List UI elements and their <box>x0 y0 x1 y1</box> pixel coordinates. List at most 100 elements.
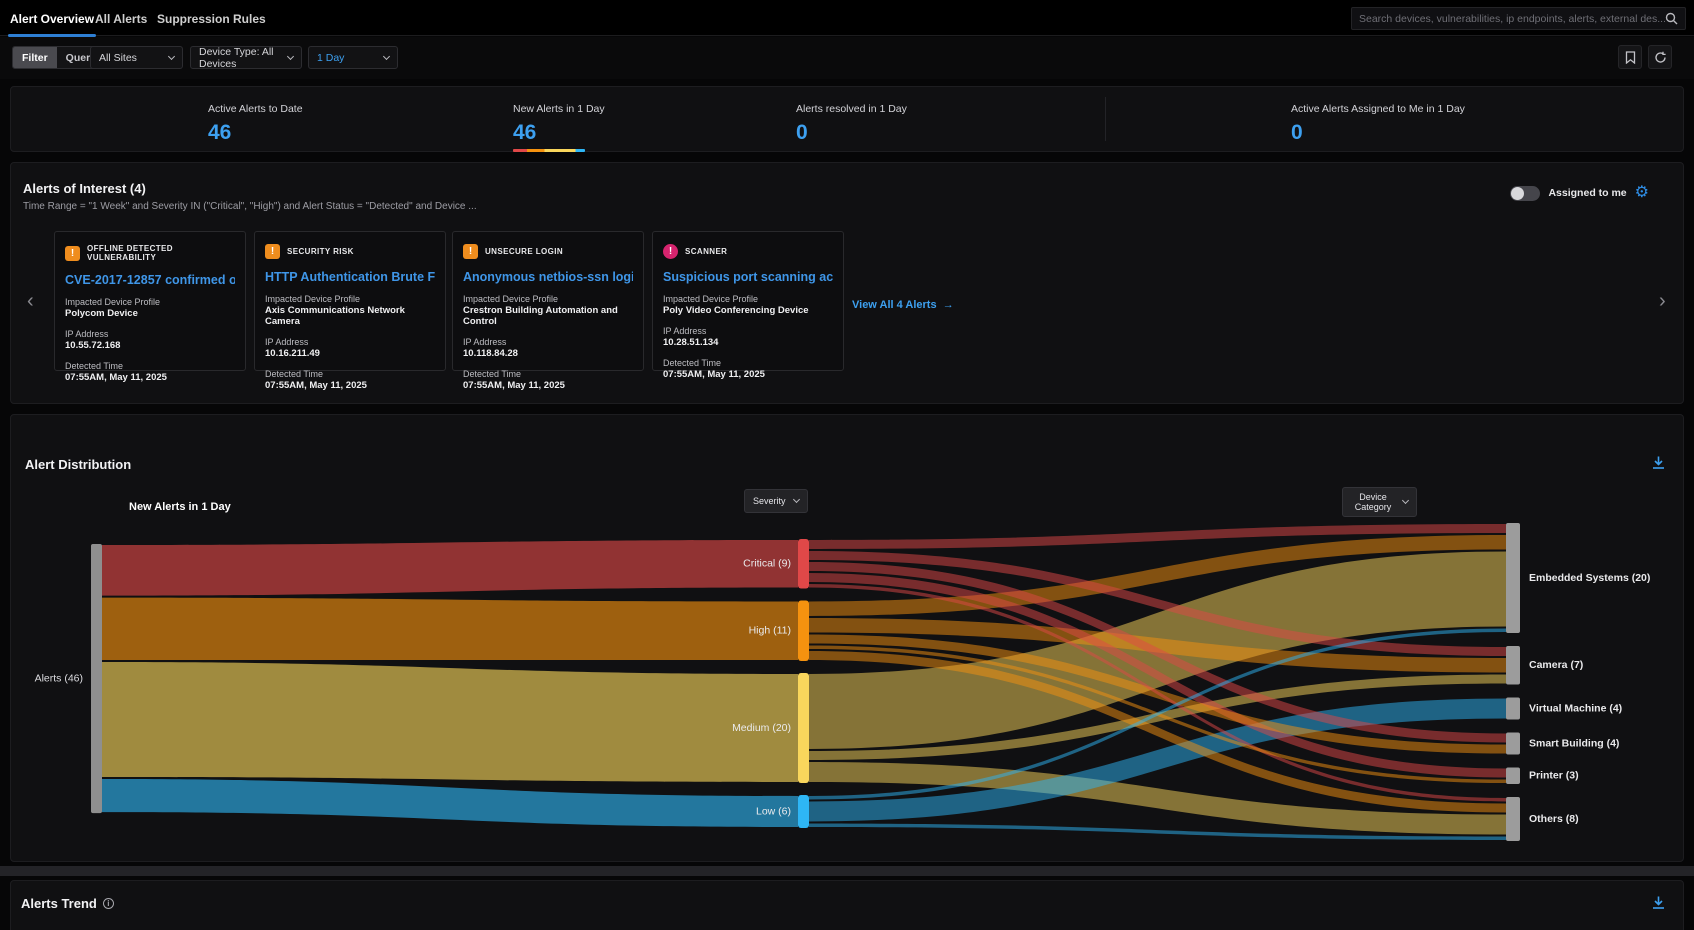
ip-address-value: 10.55.72.168 <box>65 340 235 351</box>
device-type-dropdown[interactable]: Device Type: All Devices <box>190 46 302 69</box>
alert-category: UNSECURE LOGIN <box>485 247 563 256</box>
reset-button[interactable] <box>1648 45 1672 69</box>
global-search[interactable] <box>1351 7 1686 30</box>
field-label: Detected Time <box>663 358 833 368</box>
ip-address-value: 10.28.51.134 <box>663 337 833 348</box>
alert-card[interactable]: ! SECURITY RISK HTTP Authentication Brut… <box>254 231 446 371</box>
bookmark-icon <box>1625 51 1636 64</box>
bookmark-button[interactable] <box>1618 45 1642 69</box>
sites-dropdown[interactable]: All Sites <box>90 46 183 69</box>
field-label: Detected Time <box>265 369 435 379</box>
tab-suppression-rules[interactable]: Suppression Rules <box>157 12 266 26</box>
info-icon[interactable]: i <box>103 898 114 909</box>
time-range-dropdown[interactable]: 1 Day <box>308 46 398 69</box>
svg-text:Medium (20): Medium (20) <box>732 722 791 734</box>
field-label: IP Address <box>463 337 633 347</box>
assigned-to-me-label: Assigned to me <box>1548 187 1626 199</box>
filter-mode-button[interactable]: Filter <box>13 47 57 68</box>
stat-assigned-alerts: Active Alerts Assigned to Me in 1 Day 0 <box>1291 103 1465 145</box>
alert-card[interactable]: ! OFFLINE DETECTED VULNERABILITY CVE-201… <box>54 231 246 371</box>
detected-time-value: 07:55AM, May 11, 2025 <box>65 372 235 383</box>
device-profile-value: Polycom Device <box>65 308 235 319</box>
refresh-icon <box>1654 51 1667 64</box>
assigned-to-me-control: Assigned to me ⚙ <box>1510 185 1649 201</box>
section-gap-strip <box>0 866 1694 876</box>
alert-category: SCANNER <box>685 247 727 256</box>
carousel-left-chevron[interactable]: ‹ <box>27 291 34 311</box>
svg-text:Camera (7): Camera (7) <box>1529 659 1583 671</box>
download-button[interactable] <box>1651 895 1666 915</box>
warning-icon: ! <box>463 244 478 259</box>
field-label: Impacted Device Profile <box>463 294 633 304</box>
alert-title-link[interactable]: HTTP Authentication Brute For... <box>265 270 435 284</box>
search-icon <box>1665 12 1678 25</box>
top-nav: Alert Overview All Alerts Suppression Ru… <box>0 0 1694 36</box>
filter-bar: Filter Query All Sites Device Type: All … <box>0 37 1694 79</box>
svg-text:Embedded Systems (20): Embedded Systems (20) <box>1529 572 1650 584</box>
field-label: IP Address <box>265 337 435 347</box>
warning-icon: ! <box>265 244 280 259</box>
gear-icon[interactable]: ⚙ <box>1635 185 1649 201</box>
detected-time-value: 07:55AM, May 11, 2025 <box>463 380 633 391</box>
alerts-of-interest-filter-summary: Time Range = "1 Week" and Severity IN ("… <box>23 201 477 212</box>
alert-category: OFFLINE DETECTED VULNERABILITY <box>87 244 235 262</box>
severity-spark-bar <box>513 149 585 152</box>
chevron-down-icon <box>168 52 175 59</box>
stat-active-alerts: Active Alerts to Date 46 <box>208 103 303 145</box>
stat-new-alerts: New Alerts in 1 Day 46 <box>513 103 605 152</box>
category-dropdown-label: Device Category <box>1351 492 1395 513</box>
svg-text:Low (6): Low (6) <box>756 805 791 817</box>
stat-label: Active Alerts Assigned to Me in 1 Day <box>1291 103 1465 115</box>
alert-title-link[interactable]: CVE-2017-12857 confirmed on... <box>65 273 235 287</box>
detected-time-value: 07:55AM, May 11, 2025 <box>663 369 833 380</box>
chevron-down-icon <box>1402 497 1409 504</box>
view-all-alerts-link[interactable]: View All 4 Alerts → <box>852 299 954 311</box>
sites-dropdown-value: All Sites <box>99 52 137 64</box>
alert-title-link[interactable]: Suspicious port scanning activity <box>663 270 833 284</box>
stat-value[interactable]: 46 <box>513 121 605 145</box>
device-profile-value: Poly Video Conferencing Device <box>663 305 833 316</box>
alert-card[interactable]: ! SCANNER Suspicious port scanning activ… <box>652 231 844 371</box>
field-label: IP Address <box>663 326 833 336</box>
svg-text:Smart Building (4): Smart Building (4) <box>1529 737 1619 749</box>
device-type-value: Device Type: All Devices <box>199 46 280 70</box>
alert-card[interactable]: ! UNSECURE LOGIN Anonymous netbios-ssn l… <box>452 231 644 371</box>
stat-value[interactable]: 0 <box>796 121 907 145</box>
stat-value[interactable]: 46 <box>208 121 303 145</box>
stat-resolved-alerts: Alerts resolved in 1 Day 0 <box>796 103 907 145</box>
alerts-of-interest-title: Alerts of Interest (4) <box>23 181 477 196</box>
stat-value[interactable]: 0 <box>1291 121 1465 145</box>
alert-distribution-sankey[interactable]: Alerts (46) Critical (9) High (11) Medium (… <box>11 415 1683 861</box>
download-icon <box>1651 895 1666 910</box>
stat-label: New Alerts in 1 Day <box>513 103 605 115</box>
severity-dimension-dropdown[interactable]: Severity <box>744 489 808 513</box>
view-all-label: View All 4 Alerts <box>852 299 937 311</box>
toggle-knob <box>1511 187 1524 200</box>
tab-all-alerts[interactable]: All Alerts <box>95 12 147 26</box>
assigned-to-me-toggle[interactable] <box>1510 186 1540 201</box>
svg-text:Printer (3): Printer (3) <box>1529 770 1579 782</box>
category-dimension-dropdown[interactable]: Device Category <box>1342 487 1417 517</box>
svg-text:Critical (9): Critical (9) <box>743 558 791 570</box>
stat-label: Alerts resolved in 1 Day <box>796 103 907 115</box>
alert-title-link[interactable]: Anonymous netbios-ssn login a... <box>463 270 633 284</box>
stat-label: Active Alerts to Date <box>208 103 303 115</box>
svg-text:Others (8): Others (8) <box>1529 813 1579 825</box>
search-input[interactable] <box>1359 13 1665 25</box>
chevron-down-icon <box>383 52 390 59</box>
field-label: Detected Time <box>463 369 633 379</box>
scanner-icon: ! <box>663 244 678 259</box>
svg-text:Alerts (46): Alerts (46) <box>35 672 83 684</box>
stats-summary-panel: Active Alerts to Date 46 New Alerts in 1… <box>10 86 1684 152</box>
stats-divider <box>1105 97 1106 141</box>
chevron-down-icon <box>792 496 799 503</box>
tab-alert-overview[interactable]: Alert Overview <box>10 12 94 26</box>
warning-icon: ! <box>65 246 80 261</box>
alerts-trend-panel: Alerts Trend i <box>10 880 1684 930</box>
svg-text:High (11): High (11) <box>749 625 791 637</box>
field-label: Impacted Device Profile <box>65 297 235 307</box>
carousel-right-chevron[interactable]: › <box>1659 291 1666 311</box>
alerts-of-interest-panel: Alerts of Interest (4) Time Range = "1 W… <box>10 162 1684 404</box>
device-profile-value: Axis Communications Network Camera <box>265 305 435 327</box>
field-label: Impacted Device Profile <box>663 294 833 304</box>
